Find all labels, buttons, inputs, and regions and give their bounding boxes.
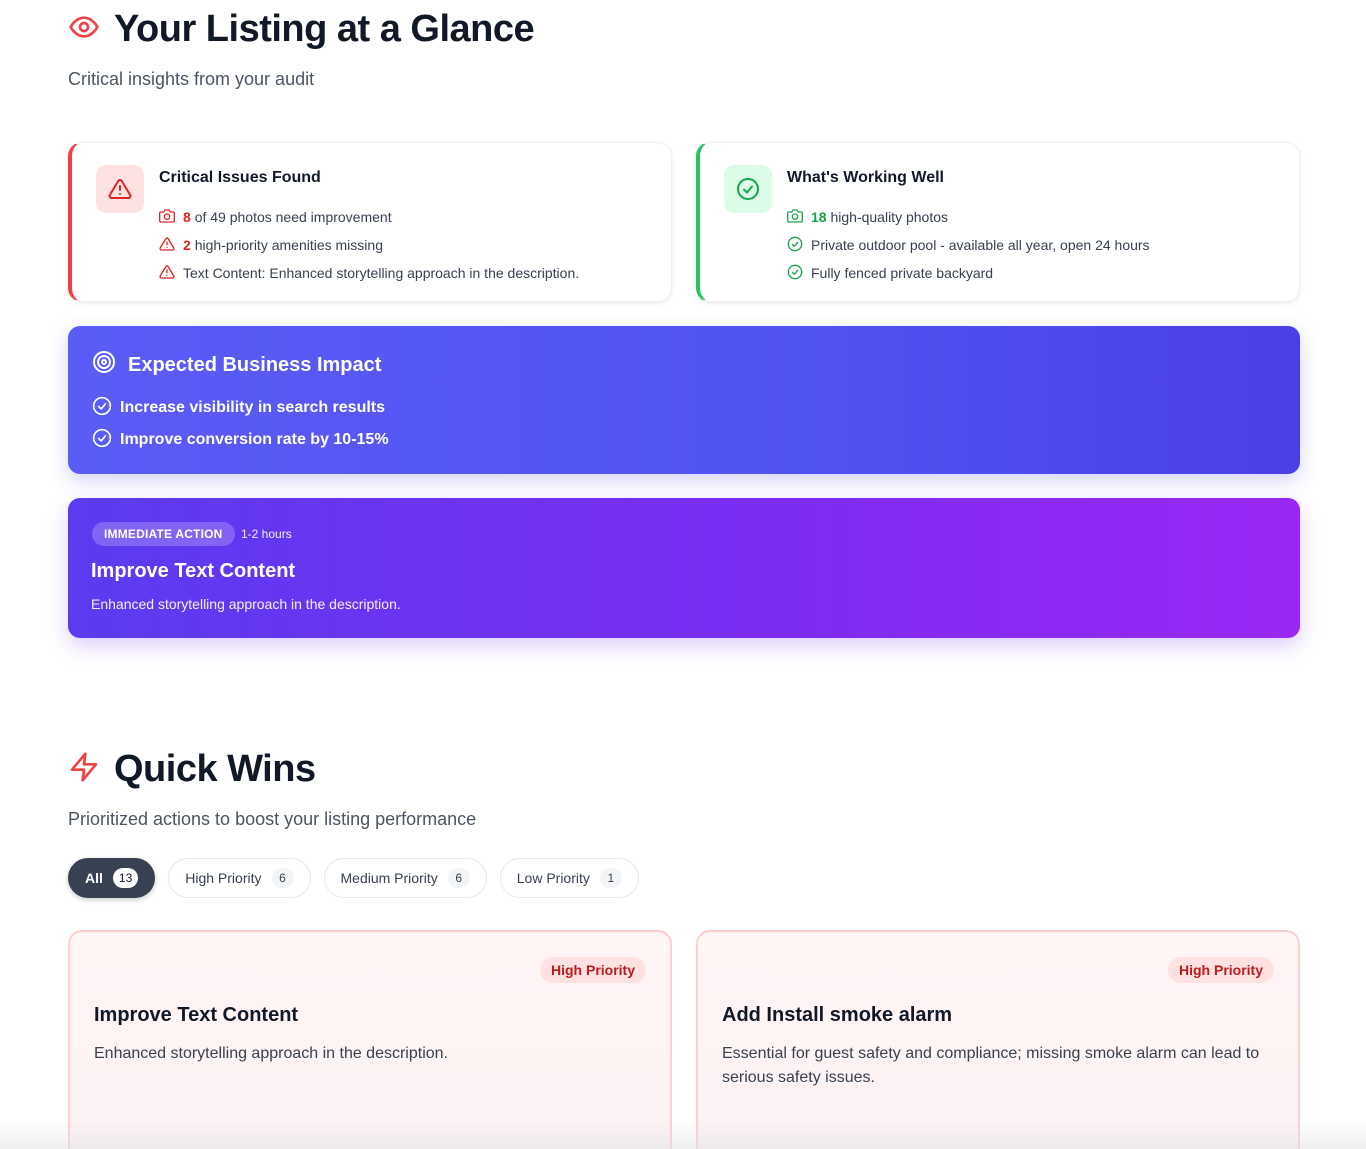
quick-win-title: Add Install smoke alarm: [722, 1004, 953, 1026]
business-impact-list: Increase visibility in search results Im…: [92, 392, 389, 456]
check-circle-icon: [724, 165, 772, 213]
impact-item: Increase visibility in search results: [120, 399, 386, 416]
business-impact-heading: Expected Business Impact: [92, 350, 381, 380]
list-item: 8 of 49 photos need improvement: [159, 203, 579, 231]
text-content-issue: Text Content: Enhanced storytelling appr…: [183, 265, 580, 281]
working-well-card: What's Working Well 18 high-quality phot…: [696, 142, 1300, 302]
check-circle-icon: [92, 396, 112, 421]
missing-amenities-count: 2: [183, 237, 191, 253]
priority-filter-bar: All 13 High Priority 6 Medium Priority 6…: [68, 858, 639, 898]
filter-count: 6: [271, 868, 294, 888]
filter-all[interactable]: All 13: [68, 858, 156, 898]
critical-issues-title: Critical Issues Found: [159, 169, 321, 186]
list-item: Improve conversion rate by 10-15%: [92, 424, 389, 456]
filter-label: All: [85, 870, 103, 886]
immediate-action-badge: IMMEDIATE ACTION: [92, 522, 235, 546]
target-icon: [92, 350, 116, 380]
list-item: 18 high-quality photos: [787, 203, 1150, 231]
working-item-pool: Private outdoor pool - available all yea…: [811, 237, 1150, 253]
quick-wins-title: Quick Wins: [114, 748, 316, 790]
check-circle-icon: [92, 428, 112, 453]
quick-wins-header: Quick Wins: [68, 748, 316, 791]
camera-icon: [787, 208, 803, 227]
photos-needing-improvement-count: 8: [183, 209, 191, 225]
business-impact-banner: Expected Business Impact Increase visibi…: [68, 326, 1300, 474]
business-impact-title: Expected Business Impact: [128, 353, 382, 376]
filter-medium-priority[interactable]: Medium Priority 6: [323, 858, 487, 898]
quality-photos-count: 18: [811, 209, 827, 225]
alert-triangle-icon: [159, 236, 175, 255]
quick-win-card[interactable]: High Priority Improve Text Content Enhan…: [68, 930, 672, 1149]
priority-badge: High Priority: [539, 957, 646, 983]
alert-triangle-icon: [96, 165, 144, 213]
list-item: Fully fenced private backyard: [787, 259, 1150, 287]
zap-icon: [68, 751, 100, 788]
alert-triangle-icon: [159, 264, 175, 283]
working-well-list: 18 high-quality photos Private outdoor p…: [787, 203, 1150, 287]
critical-issues-list: 8 of 49 photos need improvement 2 high-p…: [159, 203, 579, 287]
immediate-action-banner[interactable]: IMMEDIATE ACTION 1-2 hours Improve Text …: [68, 498, 1300, 638]
filter-count: 1: [599, 868, 622, 888]
filter-label: High Priority: [185, 870, 262, 886]
action-title: Improve Text Content: [91, 560, 296, 582]
quick-win-description: Enhanced storytelling approach in the de…: [94, 1045, 448, 1062]
filter-label: Medium Priority: [340, 870, 438, 886]
glance-title: Your Listing at a Glance: [114, 8, 535, 50]
check-circle-icon: [787, 236, 803, 255]
impact-item: Improve conversion rate by 10-15%: [120, 431, 389, 448]
glance-header: Your Listing at a Glance: [68, 8, 535, 51]
critical-issues-card: Critical Issues Found 8 of 49 photos nee…: [68, 142, 672, 302]
bottom-fade: [0, 1120, 1366, 1149]
list-item: Text Content: Enhanced storytelling appr…: [159, 259, 579, 287]
list-item: Increase visibility in search results: [92, 392, 389, 424]
working-well-title: What's Working Well: [787, 169, 944, 186]
quick-win-card[interactable]: High Priority Add Install smoke alarm Es…: [696, 930, 1300, 1149]
quick-wins-subtitle: Prioritized actions to boost your listin…: [68, 809, 477, 829]
quick-win-title: Improve Text Content: [94, 1004, 299, 1026]
quality-photos-text: high-quality photos: [830, 209, 948, 225]
eye-icon: [68, 11, 100, 48]
check-circle-icon: [787, 264, 803, 283]
filter-label: Low Priority: [516, 870, 590, 886]
action-time-estimate: 1-2 hours: [241, 527, 292, 541]
priority-badge: High Priority: [1167, 957, 1274, 983]
list-item: Private outdoor pool - available all yea…: [787, 231, 1150, 259]
action-description: Enhanced storytelling approach in the de…: [91, 596, 401, 612]
working-item-backyard: Fully fenced private backyard: [811, 265, 994, 281]
quick-win-description: Essential for guest safety and complianc…: [722, 1045, 1260, 1086]
glance-subtitle: Critical insights from your audit: [68, 69, 315, 89]
filter-count: 13: [112, 868, 139, 888]
filter-high-priority[interactable]: High Priority 6: [168, 858, 311, 898]
camera-icon: [159, 208, 175, 227]
list-item: 2 high-priority amenities missing: [159, 231, 579, 259]
filter-count: 6: [447, 868, 470, 888]
missing-amenities-text: high-priority amenities missing: [194, 237, 383, 253]
filter-low-priority[interactable]: Low Priority 1: [499, 858, 639, 898]
photos-needing-improvement-text: of 49 photos need improvement: [194, 209, 392, 225]
